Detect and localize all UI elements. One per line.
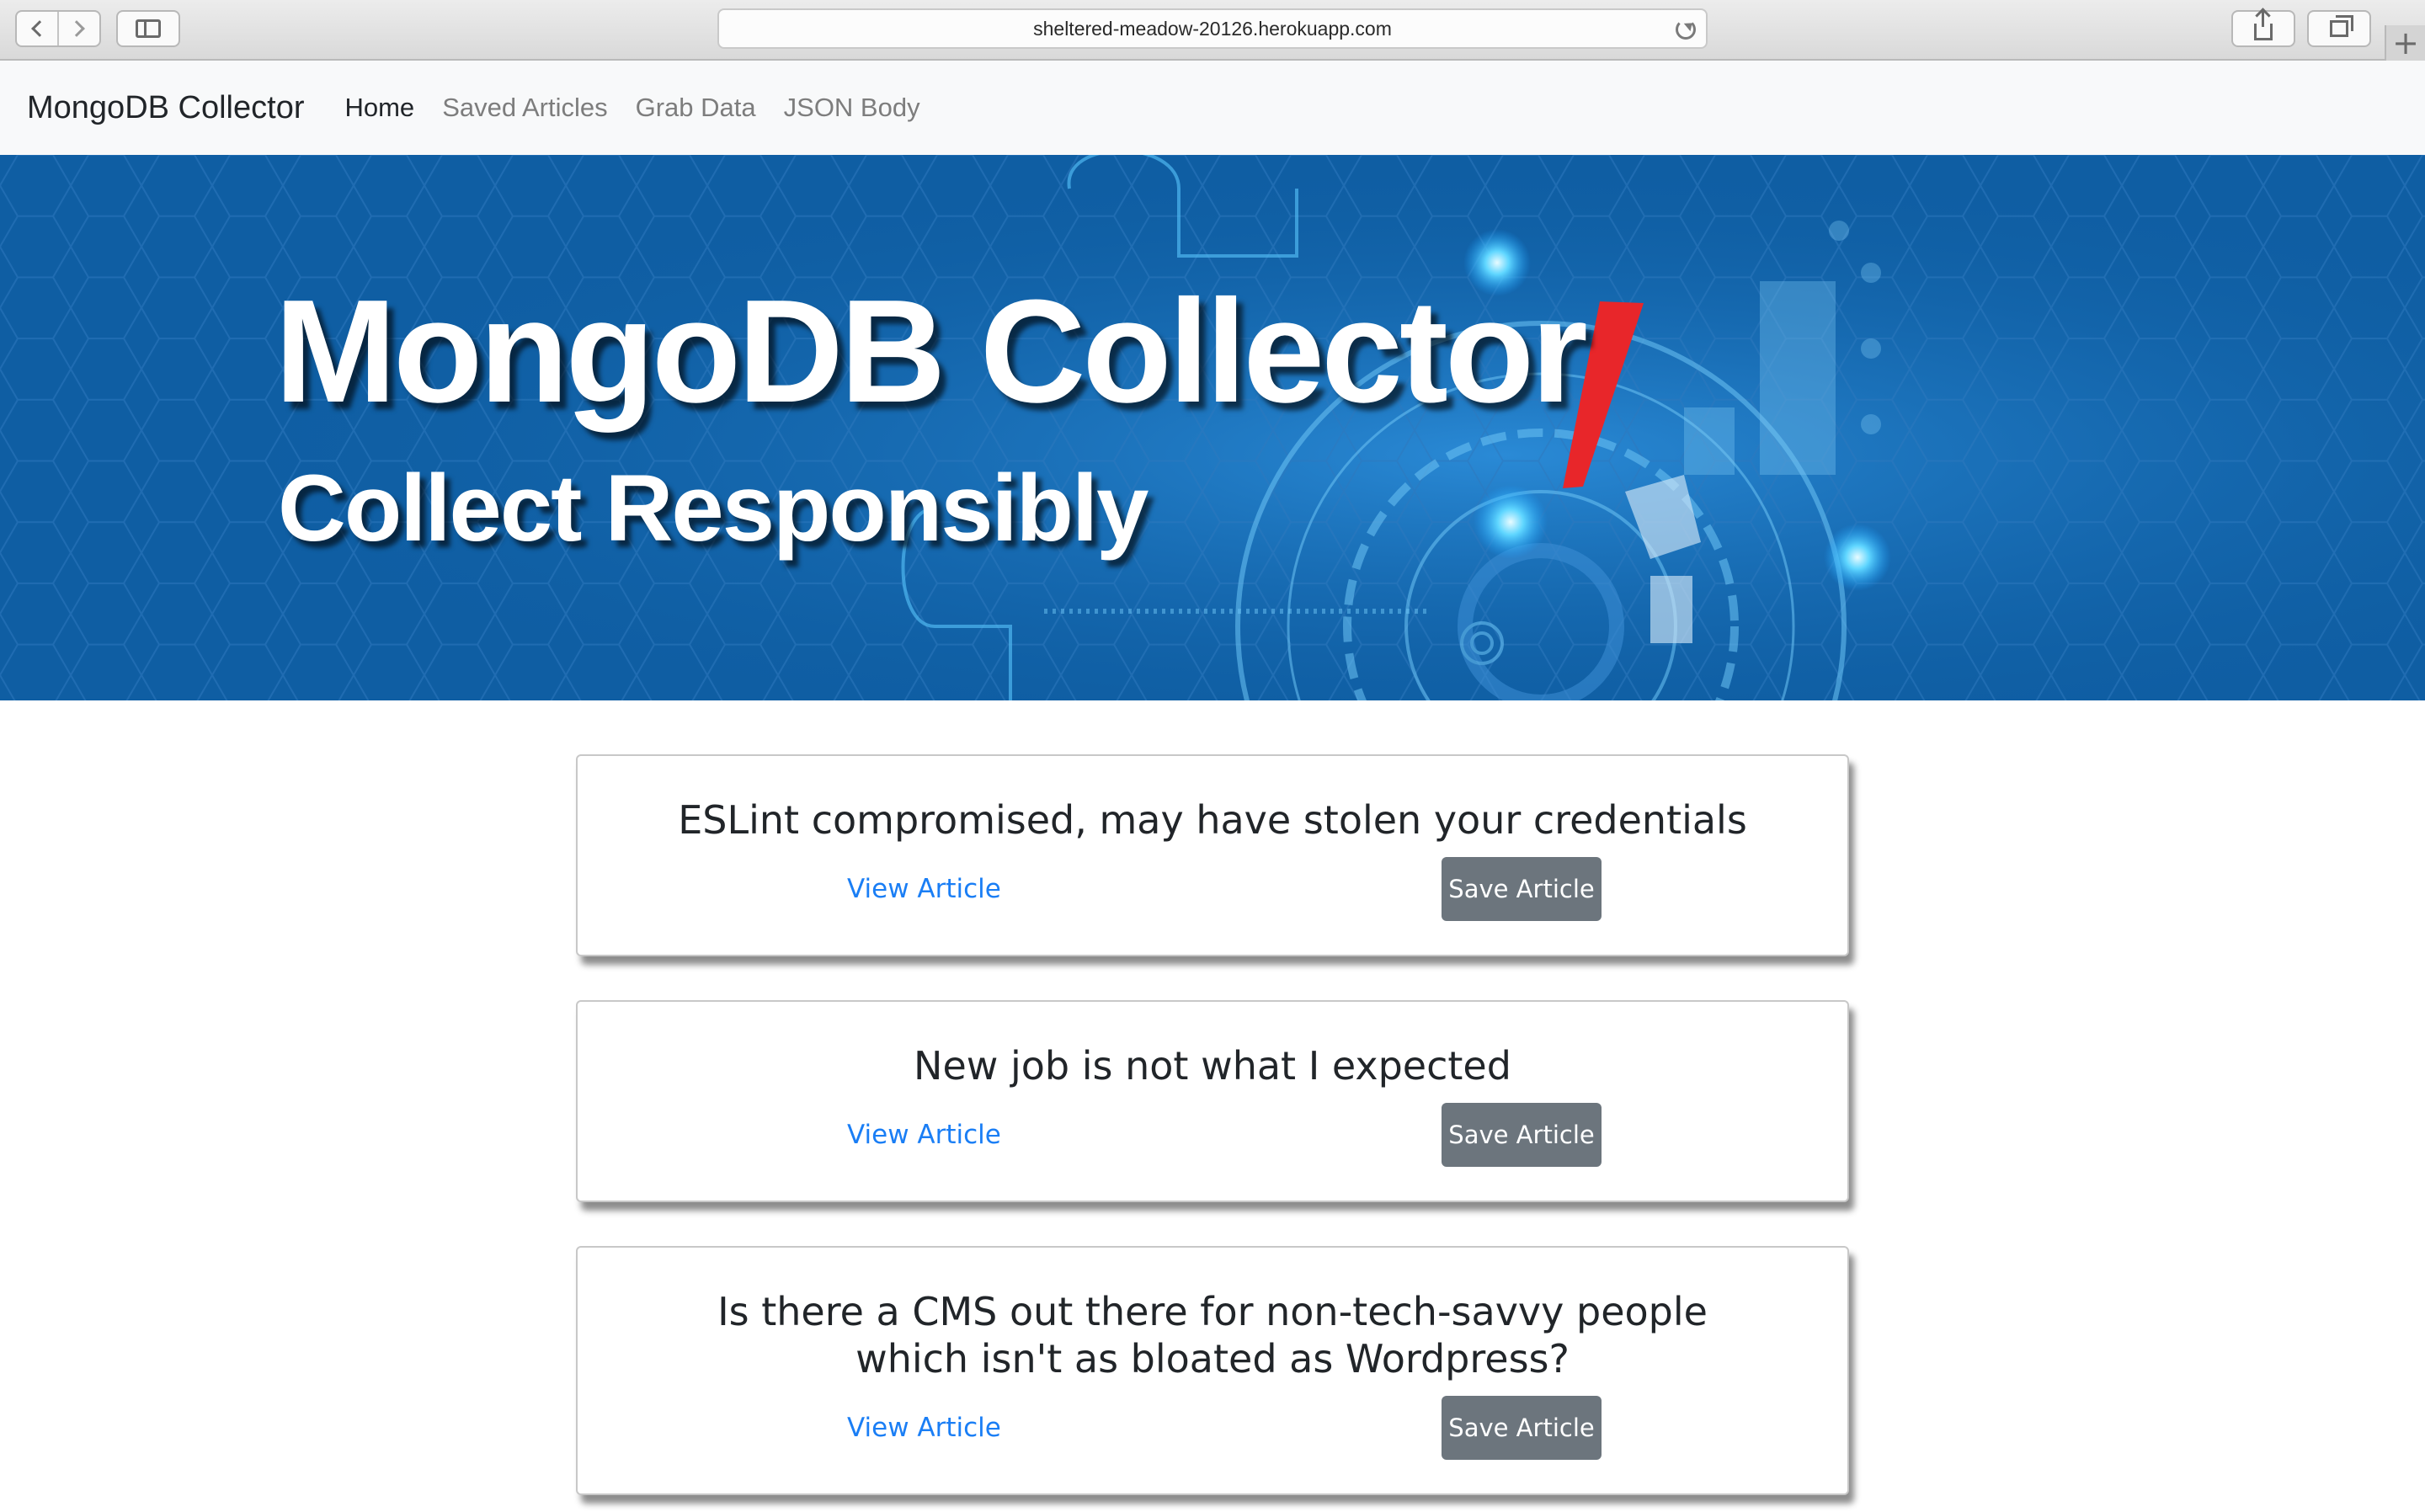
- article-actions: View Article Save Article: [578, 1089, 1847, 1201]
- save-article-button[interactable]: Save Article: [1442, 857, 1602, 921]
- article-title: New job is not what I expected: [914, 1043, 1511, 1089]
- url-text: sheltered-meadow-20126.herokuapp.com: [1033, 17, 1392, 40]
- save-article-button[interactable]: Save Article: [1442, 1103, 1602, 1167]
- plus-icon: +: [2392, 24, 2419, 61]
- nav-link-home[interactable]: Home: [344, 93, 414, 123]
- address-bar[interactable]: sheltered-meadow-20126.herokuapp.com: [717, 8, 1708, 49]
- back-button[interactable]: [17, 12, 59, 45]
- nav-link-json-body[interactable]: JSON Body: [784, 93, 920, 123]
- article-actions: View Article Save Article: [578, 844, 1847, 955]
- hero-subtitle: Collect Responsibly: [278, 455, 1149, 561]
- view-article-link[interactable]: View Article: [847, 1413, 1001, 1443]
- tabs-icon: [2330, 15, 2353, 37]
- article-card: New job is not what I expected View Arti…: [576, 1000, 1849, 1202]
- new-tab-button[interactable]: +: [2385, 24, 2425, 61]
- history-nav: [15, 10, 101, 47]
- chevron-right-icon: [68, 20, 85, 37]
- share-button[interactable]: [2231, 10, 2295, 47]
- hero-banner: MongoDB Collector Collect Responsibly: [0, 155, 2425, 700]
- chevron-left-icon: [31, 20, 48, 37]
- article-card: Is there a CMS out there for non-tech-sa…: [576, 1246, 1849, 1495]
- reload-icon[interactable]: [1676, 19, 1696, 40]
- nav-link-saved-articles[interactable]: Saved Articles: [442, 93, 607, 123]
- sidebar-toggle-button[interactable]: [116, 10, 180, 47]
- article-card: ESLint compromised, may have stolen your…: [576, 754, 1849, 956]
- nav-link-grab-data[interactable]: Grab Data: [636, 93, 756, 123]
- sidebar-icon: [136, 19, 161, 38]
- show-tabs-button[interactable]: [2307, 10, 2371, 47]
- view-article-link[interactable]: View Article: [847, 874, 1001, 904]
- navbar-brand[interactable]: MongoDB Collector: [27, 90, 304, 126]
- article-title: Is there a CMS out there for non-tech-sa…: [717, 1289, 1708, 1382]
- share-icon: [2254, 10, 2273, 40]
- save-article-button[interactable]: Save Article: [1442, 1396, 1602, 1460]
- hero-title: MongoDB Collector: [274, 269, 1588, 433]
- article-list: ESLint compromised, may have stolen your…: [576, 754, 1849, 1512]
- site-navbar: MongoDB Collector Home Saved Articles Gr…: [0, 61, 2425, 155]
- article-actions: View Article Save Article: [578, 1382, 1847, 1493]
- view-article-link[interactable]: View Article: [847, 1120, 1001, 1150]
- forward-button[interactable]: [59, 12, 99, 45]
- browser-toolbar: sheltered-meadow-20126.herokuapp.com +: [0, 0, 2425, 61]
- article-title: ESLint compromised, may have stolen your…: [678, 797, 1747, 843]
